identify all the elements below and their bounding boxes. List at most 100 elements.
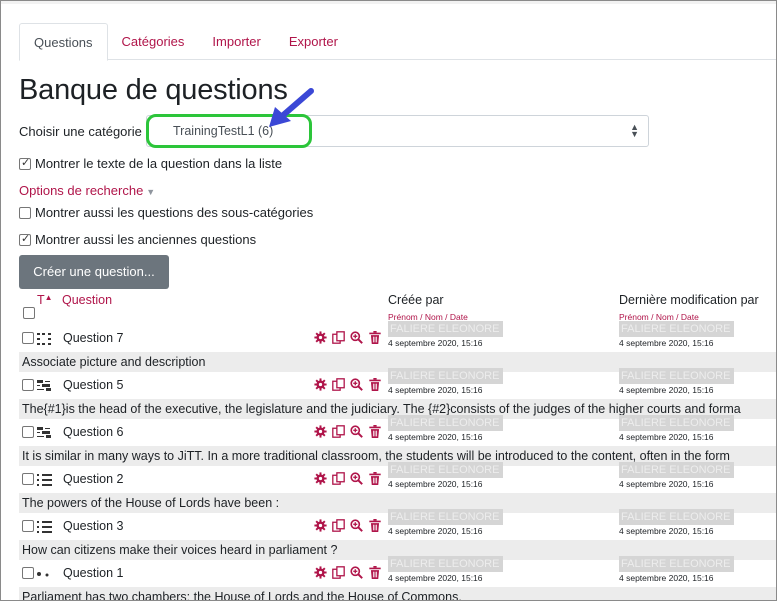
duplicate-icon[interactable] — [331, 471, 346, 486]
duplicate-icon[interactable] — [331, 424, 346, 439]
created-by-name: FALIERE ELEONORE — [388, 462, 503, 478]
created-date: 4 septembre 2020, 15:16 — [388, 573, 483, 583]
created-date: 4 septembre 2020, 15:16 — [388, 432, 483, 442]
row-actions — [313, 565, 382, 580]
question-checkbox[interactable] — [22, 426, 34, 438]
category-row: Choisir une catégorie TrainingTestL1 (6)… — [19, 115, 649, 147]
tab-categories[interactable]: Catégories — [108, 23, 199, 60]
delete-trash-icon[interactable] — [367, 565, 382, 580]
row-actions — [313, 518, 382, 533]
modified-date: 4 septembre 2020, 15:16 — [619, 573, 714, 583]
subcategories-label: Montrer aussi les questions des sous-cat… — [35, 205, 314, 220]
category-label: Choisir une catégorie — [19, 123, 142, 139]
caret-down-icon: ▼ — [146, 187, 156, 197]
created-date: 4 septembre 2020, 15:16 — [388, 479, 483, 489]
edit-gear-icon[interactable] — [313, 518, 328, 533]
edit-gear-icon[interactable] — [313, 424, 328, 439]
sort-type-header[interactable]: T▲ — [37, 293, 53, 307]
modified-by-name: FALIERE ELEONORE — [619, 509, 734, 525]
top-strip — [1, 1, 776, 4]
old-questions-label: Montrer aussi les anciennes questions — [35, 232, 257, 247]
subcategories-checkbox[interactable] — [19, 206, 31, 219]
created-by-name: FALIERE ELEONORE — [388, 556, 503, 572]
question-checkbox[interactable] — [22, 567, 34, 579]
preview-zoom-icon[interactable] — [349, 565, 364, 580]
question-checkbox[interactable] — [22, 332, 34, 344]
created-by-name: FALIERE ELEONORE — [388, 321, 503, 337]
modified-by-name: FALIERE ELEONORE — [619, 321, 734, 337]
row-actions — [313, 471, 382, 486]
show-text-option[interactable]: Montrer le texte de la question dans la … — [19, 156, 282, 171]
matching-icon — [37, 333, 53, 345]
created-by-header: Créée par — [388, 293, 444, 307]
row-actions — [313, 424, 382, 439]
edit-gear-icon[interactable] — [313, 330, 328, 345]
delete-trash-icon[interactable] — [367, 518, 382, 533]
created-date: 4 septembre 2020, 15:16 — [388, 338, 483, 348]
question-checkbox[interactable] — [22, 520, 34, 532]
old-questions-option[interactable]: Montrer aussi les anciennes questions — [19, 232, 256, 247]
created-date: 4 septembre 2020, 15:16 — [388, 385, 483, 395]
search-options-label: Options de recherche — [19, 183, 144, 198]
delete-trash-icon[interactable] — [367, 377, 382, 392]
question-name: Question 7 — [63, 331, 124, 345]
created-by-name: FALIERE ELEONORE — [388, 368, 503, 384]
modified-by-name: FALIERE ELEONORE — [619, 415, 734, 431]
delete-trash-icon[interactable] — [367, 330, 382, 345]
question-description: Parliament has two chambers: the House o… — [19, 587, 776, 600]
table-row: Question 2 FALIERE ELEONORE 4 septembre 20… — [19, 462, 776, 492]
show-text-label: Montrer le texte de la question dans la … — [35, 156, 283, 171]
preview-zoom-icon[interactable] — [349, 377, 364, 392]
edit-gear-icon[interactable] — [313, 471, 328, 486]
search-options-toggle[interactable]: Options de recherche ▼ — [19, 183, 155, 198]
old-questions-checkbox[interactable] — [19, 232, 31, 246]
row-actions — [313, 330, 382, 345]
select-all-checkbox[interactable] — [23, 307, 35, 319]
question-checkbox[interactable] — [22, 379, 34, 391]
modified-date: 4 septembre 2020, 15:16 — [619, 432, 714, 442]
preview-zoom-icon[interactable] — [349, 518, 364, 533]
modified-by-name: FALIERE ELEONORE — [619, 368, 734, 384]
question-name: Question 3 — [63, 519, 124, 533]
table-row: Question 1 FALIERE ELEONORE 4 septembre 20… — [19, 556, 776, 586]
page-title: Banque de questions — [19, 74, 288, 106]
table-row: Question 7 FALIERE ELEONORE 4 septembre 20… — [19, 321, 776, 351]
preview-zoom-icon[interactable] — [349, 424, 364, 439]
row-actions — [313, 377, 382, 392]
preview-zoom-icon[interactable] — [349, 471, 364, 486]
question-checkbox[interactable] — [22, 473, 34, 485]
table-row: Question 6 FALIERE ELEONORE 4 septembre 20… — [19, 415, 776, 445]
delete-trash-icon[interactable] — [367, 471, 382, 486]
duplicate-icon[interactable] — [331, 518, 346, 533]
modified-date: 4 septembre 2020, 15:16 — [619, 385, 714, 395]
created-date: 4 septembre 2020, 15:16 — [388, 526, 483, 536]
delete-trash-icon[interactable] — [367, 424, 382, 439]
edit-gear-icon[interactable] — [313, 377, 328, 392]
edit-gear-icon[interactable] — [313, 565, 328, 580]
subcategories-option[interactable]: Montrer aussi les questions des sous-cat… — [19, 205, 313, 220]
multichoice-icon — [37, 521, 53, 533]
modified-date: 4 septembre 2020, 15:16 — [619, 479, 714, 489]
sort-asc-icon: ▲ — [44, 293, 53, 302]
select-caret-icon: ▲ ▼ — [630, 122, 639, 139]
duplicate-icon[interactable] — [331, 565, 346, 580]
arrow-annotation-icon — [269, 88, 314, 127]
create-question-button[interactable]: Créer une question... — [19, 255, 169, 289]
created-by-name: FALIERE ELEONORE — [388, 509, 503, 525]
show-text-checkbox[interactable] — [19, 156, 31, 170]
tab-bar: Questions Catégories Importer Exporter — [19, 23, 776, 61]
multichoice-icon — [37, 474, 53, 486]
table-row: Question 3 FALIERE ELEONORE 4 septembre 20… — [19, 509, 776, 539]
duplicate-icon[interactable] — [331, 330, 346, 345]
modified-by-name: FALIERE ELEONORE — [619, 462, 734, 478]
question-name: Question 1 — [63, 566, 124, 580]
cloze-icon — [37, 380, 53, 392]
tab-questions[interactable]: Questions — [19, 23, 108, 61]
tab-export[interactable]: Exporter — [275, 23, 352, 60]
tab-import[interactable]: Importer — [198, 23, 274, 60]
duplicate-icon[interactable] — [331, 377, 346, 392]
window: Questions Catégories Importer Exporter B… — [0, 0, 777, 601]
preview-zoom-icon[interactable] — [349, 330, 364, 345]
modified-date: 4 septembre 2020, 15:16 — [619, 338, 714, 348]
sort-question-header[interactable]: Question — [62, 293, 112, 307]
